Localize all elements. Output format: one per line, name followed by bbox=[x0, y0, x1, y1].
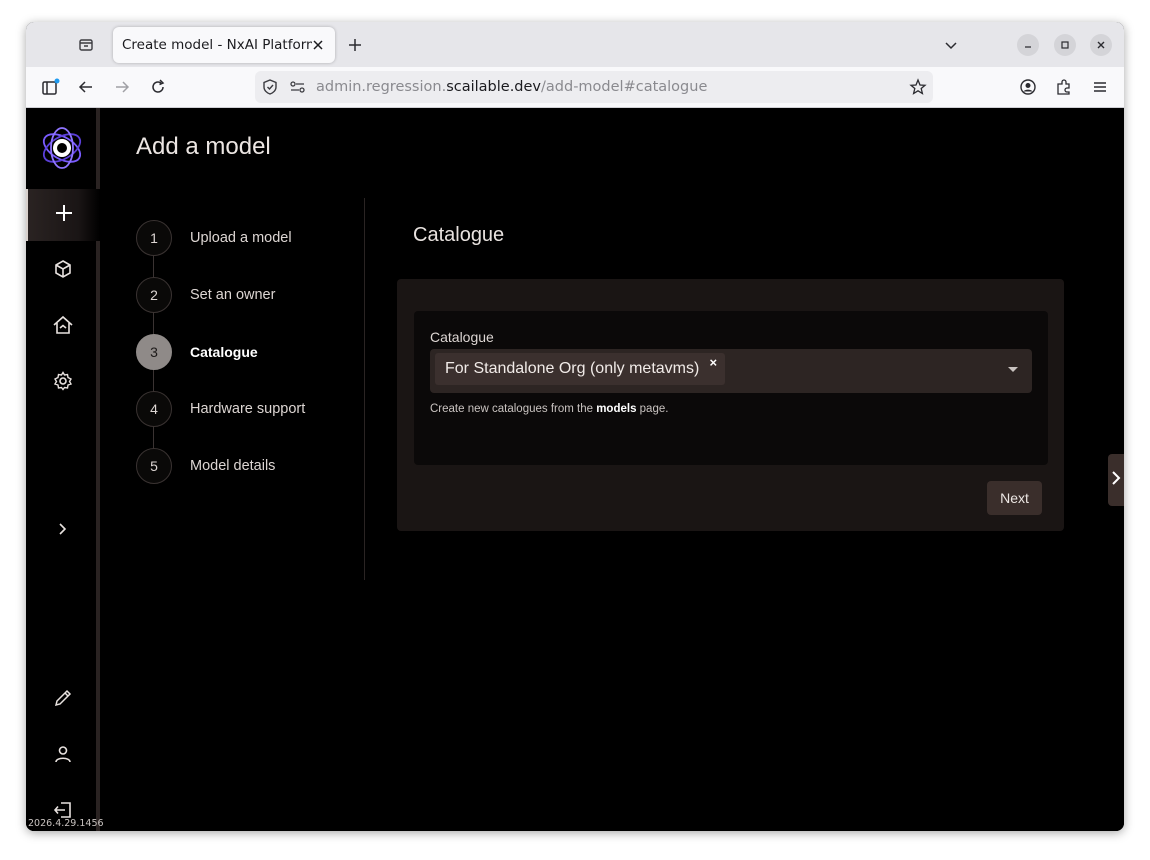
minimize-icon[interactable] bbox=[1017, 34, 1039, 56]
chevron-right-icon bbox=[1111, 470, 1121, 491]
step-set-owner[interactable]: 2 Set an owner bbox=[136, 277, 366, 315]
catalogue-form: Catalogue For Standalone Org (only metav… bbox=[414, 311, 1048, 465]
navigation-bar: admin.regression.scailable.dev/add-model… bbox=[26, 67, 1124, 108]
permissions-icon[interactable] bbox=[289, 79, 307, 97]
dropdown-caret-icon[interactable] bbox=[1008, 367, 1018, 372]
models-nav-button[interactable] bbox=[26, 245, 100, 297]
step-label: Upload a model bbox=[190, 230, 292, 246]
step-label: Set an owner bbox=[190, 287, 276, 303]
step-catalogue[interactable]: 3 Catalogue bbox=[136, 334, 366, 372]
step-number: 5 bbox=[136, 448, 172, 484]
next-button[interactable]: Next bbox=[987, 481, 1042, 515]
add-model-nav-button[interactable] bbox=[26, 189, 100, 241]
version-label: 2026.4.29.1456 bbox=[28, 818, 104, 829]
catalogue-field-label: Catalogue bbox=[430, 329, 494, 345]
step-label: Hardware support bbox=[190, 401, 306, 417]
side-rail: 2026.4.29.1456 bbox=[26, 108, 104, 831]
tab-strip: Create model - NxAI Platform bbox=[26, 22, 1124, 67]
catalogue-select[interactable]: For Standalone Org (only metavms) × bbox=[430, 349, 1032, 393]
cube-icon bbox=[53, 259, 73, 284]
tab-title: Create model - NxAI Platform bbox=[122, 37, 312, 53]
url-bar[interactable]: admin.regression.scailable.dev/add-model… bbox=[255, 71, 933, 103]
stepper-divider bbox=[364, 198, 365, 580]
selected-catalogue-chip: For Standalone Org (only metavms) × bbox=[435, 353, 726, 385]
settings-nav-button[interactable] bbox=[26, 357, 100, 409]
close-icon[interactable] bbox=[309, 36, 327, 54]
edit-nav-button[interactable] bbox=[26, 674, 100, 726]
step-label: Model details bbox=[190, 458, 276, 474]
stepper: 1 Upload a model 2 Set an owner 3 Catalo… bbox=[136, 220, 366, 600]
extensions-icon[interactable] bbox=[1053, 76, 1075, 98]
helper-text: Create new catalogues from the models pa… bbox=[430, 403, 669, 415]
new-tab-icon[interactable] bbox=[344, 34, 366, 56]
reload-icon[interactable] bbox=[147, 76, 169, 98]
app-content: 2026.4.29.1456 Add a model 1 Upload a mo… bbox=[26, 108, 1124, 831]
page-title: Add a model bbox=[136, 133, 271, 160]
account-icon[interactable] bbox=[1017, 76, 1039, 98]
home-nav-button[interactable] bbox=[26, 301, 100, 353]
chevron-right-icon bbox=[57, 522, 69, 541]
nxai-logo[interactable] bbox=[40, 126, 84, 170]
profile-nav-button[interactable] bbox=[26, 730, 100, 782]
plus-icon bbox=[54, 203, 74, 228]
forward-icon[interactable] bbox=[111, 76, 133, 98]
right-panel-toggle[interactable] bbox=[1108, 454, 1124, 506]
browser-tab[interactable]: Create model - NxAI Platform bbox=[113, 27, 335, 63]
step-upload-model[interactable]: 1 Upload a model bbox=[136, 220, 366, 258]
pencil-icon bbox=[53, 688, 73, 713]
catalogue-card: Catalogue For Standalone Org (only metav… bbox=[397, 279, 1064, 531]
step-label: Catalogue bbox=[190, 344, 258, 360]
sidebar-toggle-icon[interactable] bbox=[39, 76, 61, 98]
shield-icon[interactable] bbox=[261, 78, 279, 96]
window-close-icon[interactable] bbox=[1090, 34, 1112, 56]
tab-list-icon[interactable] bbox=[72, 32, 100, 58]
step-model-details[interactable]: 5 Model details bbox=[136, 448, 366, 486]
step-number: 3 bbox=[136, 334, 172, 370]
step-number: 2 bbox=[136, 277, 172, 313]
step-number: 1 bbox=[136, 220, 172, 256]
expand-rail-button[interactable] bbox=[26, 505, 100, 557]
gear-icon bbox=[53, 370, 73, 396]
maximize-icon[interactable] bbox=[1054, 34, 1076, 56]
url-text: admin.regression.scailable.dev/add-model… bbox=[316, 79, 708, 95]
step-number: 4 bbox=[136, 391, 172, 427]
home-icon bbox=[52, 315, 74, 340]
chevron-down-icon[interactable] bbox=[940, 34, 962, 56]
back-icon[interactable] bbox=[75, 76, 97, 98]
menu-icon[interactable] bbox=[1089, 76, 1111, 98]
chip-label: For Standalone Org (only metavms) bbox=[445, 360, 700, 377]
chip-remove-icon[interactable]: × bbox=[707, 356, 719, 369]
browser-window: Create model - NxAI Platform admin.regre… bbox=[26, 22, 1124, 831]
step-hardware-support[interactable]: 4 Hardware support bbox=[136, 391, 366, 429]
models-link[interactable]: models bbox=[596, 403, 636, 415]
bookmark-star-icon[interactable] bbox=[909, 78, 927, 96]
section-title: Catalogue bbox=[413, 224, 505, 246]
user-icon bbox=[53, 744, 73, 769]
